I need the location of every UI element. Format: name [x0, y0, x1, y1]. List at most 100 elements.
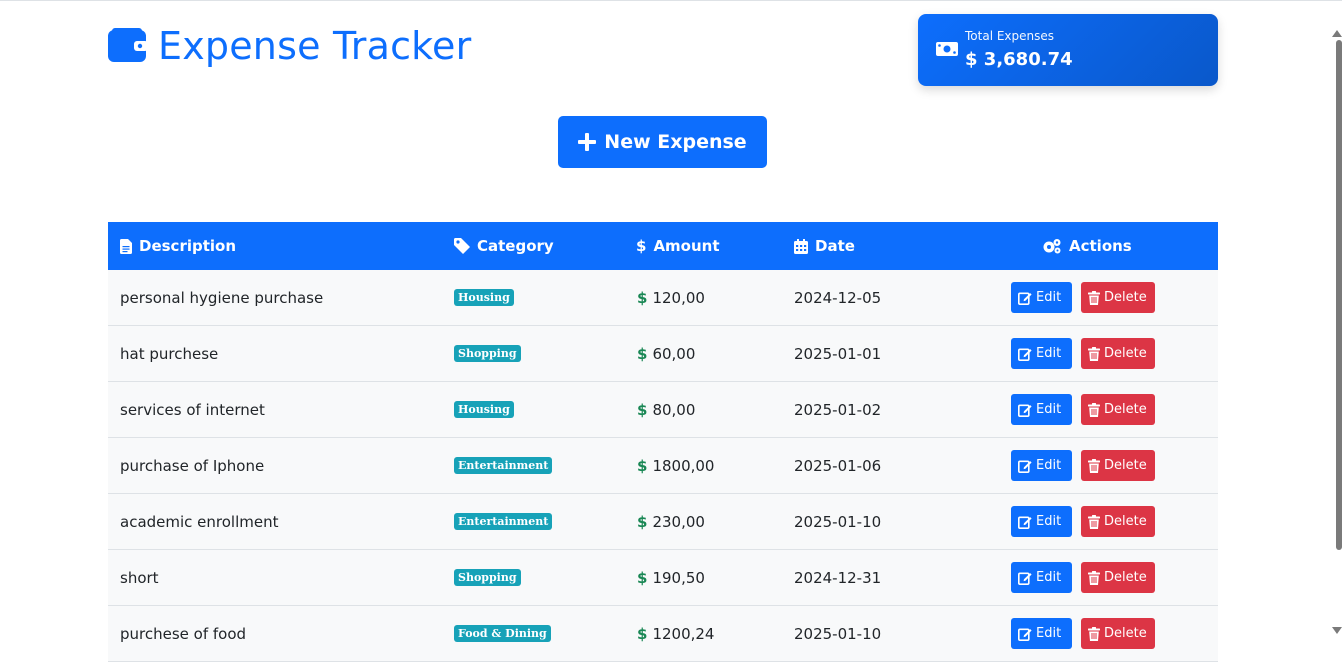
trash-icon — [1088, 514, 1100, 529]
column-date[interactable]: Date — [794, 222, 855, 270]
delete-button[interactable]: Delete — [1081, 506, 1155, 537]
trash-icon — [1088, 570, 1100, 585]
page-header: Expense Tracker — [108, 24, 471, 68]
delete-button[interactable]: Delete — [1081, 562, 1155, 593]
column-category[interactable]: Category — [454, 222, 554, 270]
gears-icon — [1043, 239, 1061, 254]
cell-category: Housing — [454, 270, 514, 325]
trash-icon — [1088, 626, 1100, 641]
edit-button[interactable]: Edit — [1011, 338, 1072, 369]
dollar-sign-icon: $ — [636, 237, 647, 255]
amount-value: 230,00 — [652, 512, 705, 531]
edit-button[interactable]: Edit — [1011, 618, 1072, 649]
delete-button[interactable]: Delete — [1081, 450, 1155, 481]
edit-label: Edit — [1036, 570, 1062, 585]
cell-date: 2024-12-05 — [794, 288, 882, 307]
row-actions: Edit Delete — [1011, 618, 1155, 649]
edit-icon — [1018, 403, 1032, 417]
edit-button[interactable]: Edit — [1011, 394, 1072, 425]
cell-amount: $190,50 — [637, 550, 705, 605]
edit-label: Edit — [1036, 514, 1062, 529]
category-badge: Entertainment — [454, 513, 553, 530]
cell-description: academic enrollment — [120, 512, 279, 531]
table-row: academic enrollment Entertainment $230,00 2… — [108, 494, 1218, 550]
category-badge: Shopping — [454, 345, 521, 362]
column-category-label: Category — [477, 237, 554, 255]
cell-description: purchase of Iphone — [120, 456, 265, 475]
trash-icon — [1088, 346, 1100, 361]
edit-button[interactable]: Edit — [1011, 506, 1072, 537]
delete-label: Delete — [1104, 458, 1147, 473]
cell-amount: $1200,24 — [637, 606, 714, 661]
edit-label: Edit — [1036, 290, 1062, 305]
vertical-scrollbar[interactable] — [1336, 40, 1342, 550]
new-expense-label: New Expense — [604, 131, 747, 153]
delete-label: Delete — [1104, 402, 1147, 417]
table-row: services of internet Housing $80,00 2025-01… — [108, 382, 1218, 438]
dollar-sign-icon: $ — [637, 624, 648, 643]
table-row: purchese of food Food & Dining $1200,24 202… — [108, 606, 1218, 662]
scroll-down-arrow[interactable] — [1332, 627, 1342, 634]
table-row: purchase of Iphone Entertainment $1800,00 2… — [108, 438, 1218, 494]
delete-button[interactable]: Delete — [1081, 394, 1155, 425]
column-description[interactable]: Description — [120, 222, 236, 270]
top-border — [0, 0, 1342, 1]
edit-icon — [1018, 347, 1032, 361]
table-row: short Shopping $190,50 2024-12-31 Edit Delete — [108, 550, 1218, 606]
new-expense-button[interactable]: New Expense — [558, 116, 767, 168]
dollar-sign-icon: $ — [637, 344, 648, 363]
delete-button[interactable]: Delete — [1081, 282, 1155, 313]
cell-category: Housing — [454, 382, 514, 437]
delete-button[interactable]: Delete — [1081, 618, 1155, 649]
edit-button[interactable]: Edit — [1011, 282, 1072, 313]
row-actions: Edit Delete — [1011, 338, 1155, 369]
cell-amount: $120,00 — [637, 270, 705, 325]
total-expenses-card: Total Expenses $ 3,680.74 — [918, 14, 1218, 86]
delete-label: Delete — [1104, 570, 1147, 585]
row-actions: Edit Delete — [1011, 282, 1155, 313]
cell-description: short — [120, 568, 159, 587]
amount-value: 1800,00 — [652, 456, 715, 475]
money-bill-icon — [936, 42, 958, 56]
cell-amount: $1800,00 — [637, 438, 714, 493]
table-header: Description Category $ Amount Date Actio… — [108, 222, 1218, 270]
amount-value: 80,00 — [652, 400, 696, 419]
amount-value: 120,00 — [652, 288, 705, 307]
edit-icon — [1018, 571, 1032, 585]
edit-icon — [1018, 459, 1032, 473]
category-badge: Shopping — [454, 569, 521, 586]
edit-button[interactable]: Edit — [1011, 562, 1072, 593]
dollar-sign-icon: $ — [637, 456, 648, 475]
cell-category: Entertainment — [454, 494, 553, 549]
cell-date: 2025-01-01 — [794, 344, 882, 363]
page-title: Expense Tracker — [158, 24, 472, 68]
edit-icon — [1018, 627, 1032, 641]
column-amount[interactable]: $ Amount — [636, 222, 720, 270]
dollar-sign-icon: $ — [637, 512, 648, 531]
total-expenses-value: $ 3,680.74 — [965, 49, 1073, 70]
amount-value: 60,00 — [652, 344, 696, 363]
edit-label: Edit — [1036, 402, 1062, 417]
scroll-up-arrow[interactable] — [1332, 30, 1342, 37]
column-actions-label: Actions — [1069, 237, 1132, 255]
table-row: hat purchese Shopping $60,00 2025-01-01 Edit… — [108, 326, 1218, 382]
amount-value: 1200,24 — [652, 624, 715, 643]
category-badge: Housing — [454, 401, 514, 418]
table-body: personal hygiene purchase Housing $120,00 2… — [108, 270, 1218, 662]
row-actions: Edit Delete — [1011, 394, 1155, 425]
plus-icon — [578, 133, 597, 151]
wallet-icon — [108, 28, 148, 62]
trash-icon — [1088, 402, 1100, 417]
category-badge: Entertainment — [454, 457, 553, 474]
trash-icon — [1088, 290, 1100, 305]
delete-button[interactable]: Delete — [1081, 338, 1155, 369]
edit-label: Edit — [1036, 346, 1062, 361]
category-badge: Housing — [454, 289, 514, 306]
edit-icon — [1018, 515, 1032, 529]
edit-icon — [1018, 291, 1032, 305]
cell-date: 2024-12-31 — [794, 568, 882, 587]
trash-icon — [1088, 458, 1100, 473]
column-actions: Actions — [1042, 222, 1132, 270]
edit-button[interactable]: Edit — [1011, 450, 1072, 481]
category-badge: Food & Dining — [454, 625, 551, 642]
